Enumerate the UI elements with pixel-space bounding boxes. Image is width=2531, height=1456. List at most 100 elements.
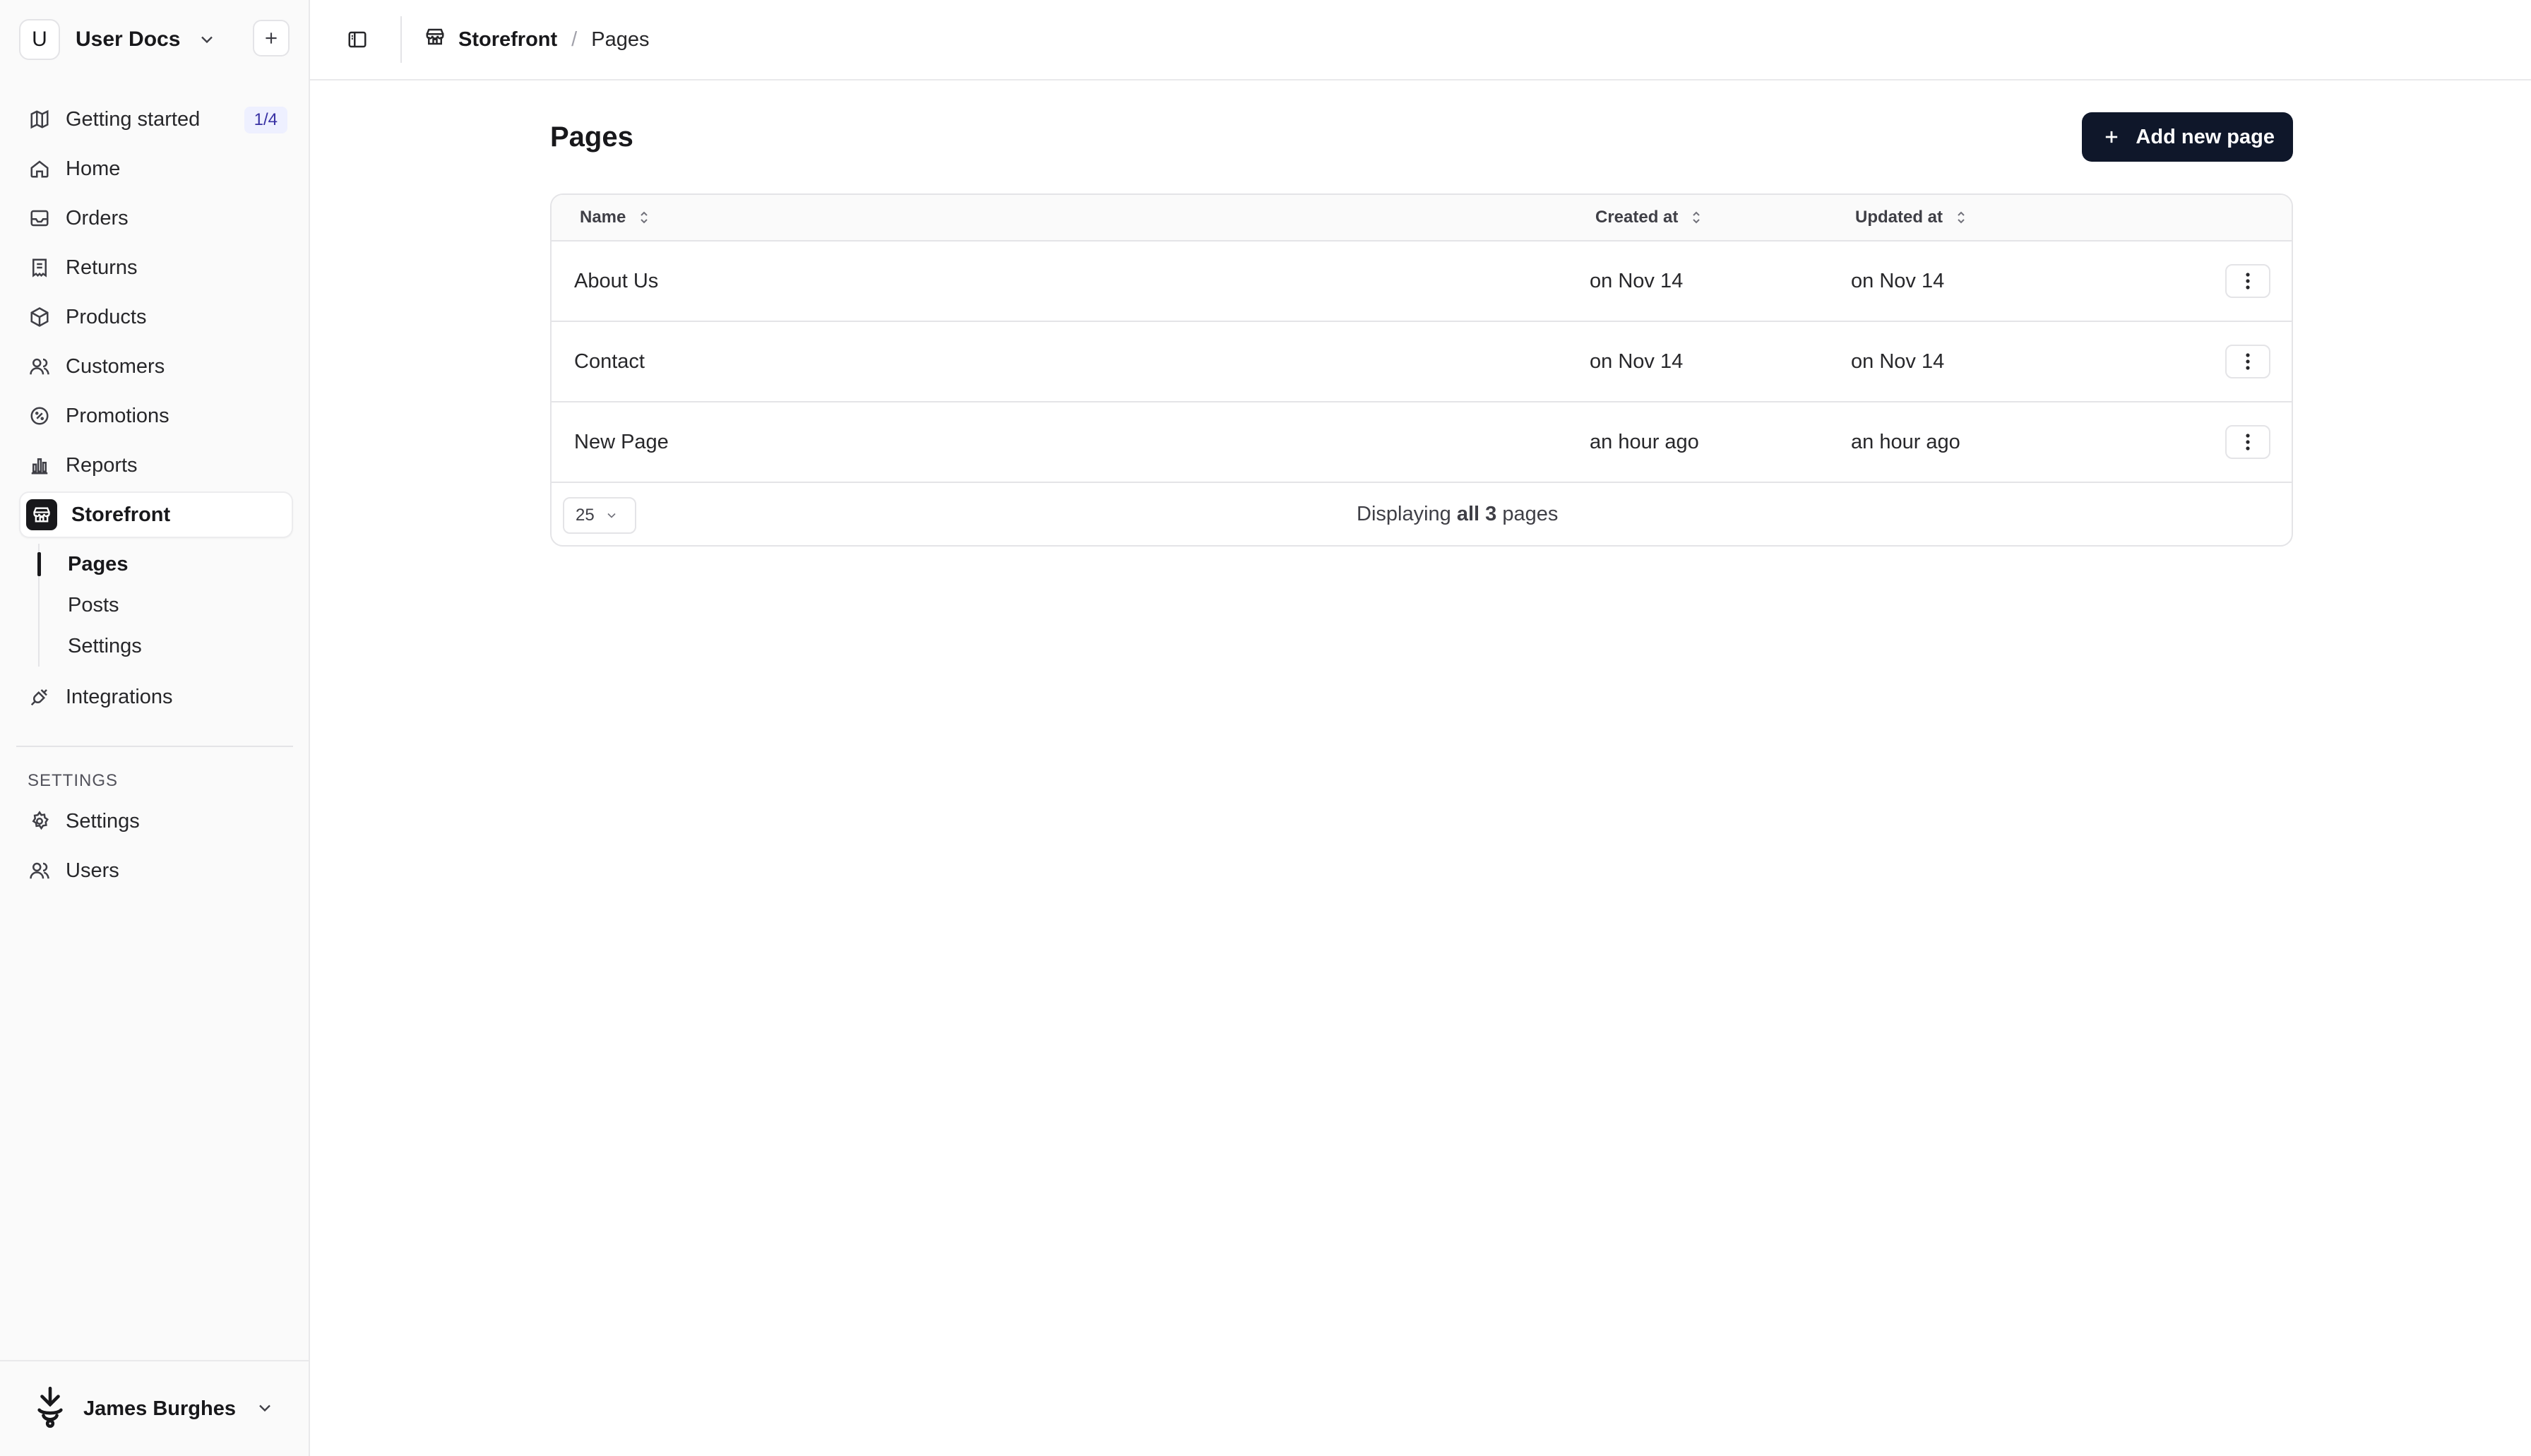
column-header-label: Created at (1595, 208, 1679, 227)
per-page-value: 25 (576, 506, 595, 525)
user-name: James Burghes (83, 1397, 236, 1420)
map-icon (28, 107, 52, 131)
cell-updated: an hour ago (1851, 430, 1960, 453)
sidebar-item-label: Returns (66, 256, 138, 279)
breadcrumb-storefront-link[interactable]: Storefront (458, 28, 557, 52)
row-actions-button[interactable] (2225, 425, 2270, 459)
summary-count: all 3 (1456, 503, 1497, 525)
topbar: Storefront / Pages (310, 0, 2531, 80)
sidebar-item-label: Getting started (66, 107, 201, 131)
sidebar-item-settings[interactable]: Settings (19, 798, 293, 845)
sidebar-item-promotions[interactable]: Promotions (19, 393, 293, 439)
users-icon (28, 859, 52, 883)
inbox-icon (28, 206, 52, 230)
cell-updated: on Nov 14 (1851, 269, 1945, 292)
add-workspace-button[interactable] (253, 20, 290, 56)
sidebar-item-users[interactable]: Users (19, 847, 293, 894)
sidebar-item-label: Orders (66, 206, 129, 229)
user-avatar (34, 1385, 66, 1433)
sidebar-item-label: Reports (66, 453, 138, 477)
breadcrumb: Storefront / Pages (424, 26, 649, 53)
sidebar-item-label: Users (66, 859, 119, 882)
pagination-summary: Displaying all 3 pages (1357, 503, 1558, 526)
main-nav: Getting started 1/4 Home Orders Returns … (16, 96, 293, 897)
row-actions-button[interactable] (2225, 264, 2270, 298)
sidebar-divider (16, 746, 293, 747)
sidebar-item-storefront[interactable]: Storefront (19, 491, 293, 538)
progress-badge: 1/4 (244, 107, 287, 133)
workspace-avatar: U (19, 19, 60, 60)
column-header-label: Name (580, 208, 626, 227)
topbar-divider (400, 16, 402, 63)
pages-table: Name Created at Updated at About Us on N… (550, 193, 2293, 547)
sidebar-item-orders[interactable]: Orders (19, 195, 293, 241)
table-row[interactable]: Contact on Nov 14 on Nov 14 (552, 322, 2292, 402)
breadcrumb-separator: / (571, 28, 578, 51)
column-header-name[interactable]: Name (552, 208, 1590, 227)
sidebar: U User Docs Getting started 1/4 Home Ord… (0, 0, 310, 1456)
table-row[interactable]: New Page an hour ago an hour ago (552, 402, 2292, 483)
sidebar-item-label: Integrations (66, 685, 173, 708)
summary-prefix: Displaying (1357, 503, 1451, 525)
sort-icon (637, 209, 651, 226)
settings-section-title: SETTINGS (28, 771, 119, 790)
cell-actions (2190, 425, 2292, 459)
sidebar-item-label: Products (66, 305, 147, 328)
cell-name: About Us (574, 269, 659, 292)
plus-icon (266, 32, 277, 44)
sidebar-item-returns[interactable]: Returns (19, 244, 293, 291)
subnav-item-pages[interactable]: Pages (37, 544, 293, 585)
bar-chart-icon (28, 453, 52, 477)
sidebar-item-label: Settings (66, 809, 140, 833)
receipt-icon (28, 256, 52, 280)
sort-icon (1954, 209, 1968, 226)
chevron-down-icon (255, 1398, 275, 1421)
sidebar-item-getting-started[interactable]: Getting started 1/4 (19, 96, 293, 143)
users-icon (28, 354, 52, 378)
sidebar-toggle-icon (348, 31, 367, 48)
sidebar-toggle-button[interactable] (345, 28, 369, 52)
sidebar-item-label: Promotions (66, 404, 169, 427)
sidebar-item-integrations[interactable]: Integrations (19, 674, 293, 720)
table-row[interactable]: About Us on Nov 14 on Nov 14 (552, 241, 2292, 322)
percent-icon (28, 404, 52, 428)
table-header: Name Created at Updated at (552, 195, 2292, 241)
page-title: Pages (550, 121, 633, 153)
gear-icon (28, 809, 52, 833)
subnav-item-posts[interactable]: Posts (40, 585, 293, 626)
breadcrumb-current: Pages (591, 28, 650, 51)
column-header-updated[interactable]: Updated at (1851, 208, 2190, 227)
cell-actions (2190, 345, 2292, 378)
sidebar-item-customers[interactable]: Customers (19, 343, 293, 390)
column-header-created[interactable]: Created at (1590, 208, 1851, 227)
cell-created: an hour ago (1590, 430, 1699, 453)
home-icon (28, 157, 52, 181)
summary-suffix: pages (1502, 503, 1559, 525)
add-new-page-button[interactable]: Add new page (2082, 112, 2293, 162)
cell-created: on Nov 14 (1590, 350, 1684, 373)
cell-name: New Page (574, 430, 669, 453)
package-icon (28, 305, 52, 329)
store-icon (424, 26, 446, 53)
sidebar-item-reports[interactable]: Reports (19, 442, 293, 489)
per-page-select[interactable]: 25 (563, 497, 636, 534)
sidebar-item-products[interactable]: Products (19, 294, 293, 340)
app-root: U User Docs Getting started 1/4 Home Ord… (0, 0, 2531, 1456)
cell-updated: on Nov 14 (1851, 350, 1945, 373)
cell-name: Contact (574, 350, 645, 373)
workspace-switcher[interactable]: U User Docs (19, 19, 290, 60)
add-new-page-label: Add new page (2136, 125, 2275, 148)
chevron-down-icon (197, 30, 217, 49)
row-actions-button[interactable] (2225, 345, 2270, 378)
subnav-item-settings[interactable]: Settings (40, 626, 293, 667)
user-menu[interactable]: James Burghes (0, 1360, 309, 1456)
storefront-subnav: Pages Posts Settings (37, 544, 293, 667)
more-vertical-icon (2246, 434, 2250, 450)
sidebar-item-label: Customers (66, 354, 165, 378)
more-vertical-icon (2246, 273, 2250, 290)
more-vertical-icon (2246, 353, 2250, 370)
plug-icon (28, 685, 52, 709)
plus-icon (2102, 127, 2121, 147)
sidebar-item-home[interactable]: Home (19, 145, 293, 192)
sidebar-item-label: Home (66, 157, 121, 180)
